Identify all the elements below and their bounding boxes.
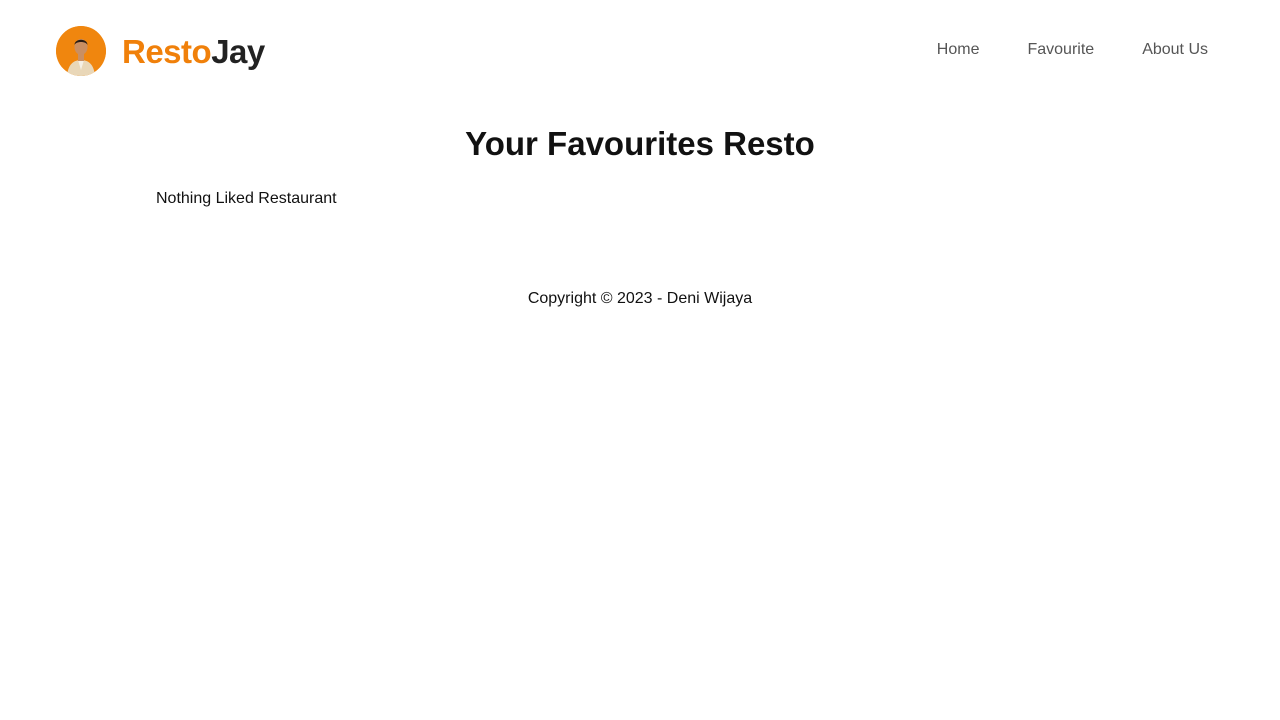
brand[interactable]: RestoJay — [56, 26, 265, 76]
person-avatar-icon — [56, 26, 106, 76]
nav-link-home[interactable]: Home — [913, 40, 1004, 60]
nav-link-favourite[interactable]: Favourite — [1003, 40, 1118, 60]
page-title: Your Favourites Resto — [465, 125, 815, 162]
site-logo: RestoJay — [122, 35, 265, 68]
copyright-text: Copyright © 2023 - Deni Wijaya — [527, 290, 753, 307]
nav-link-about-us[interactable]: About Us — [1118, 40, 1232, 60]
site-footer: Copyright © 2023 - Deni Wijaya — [0, 290, 1280, 308]
main-nav: Home Favourite About Us — [913, 40, 1232, 60]
main-content: Your Favourites Resto Nothing Liked Rest… — [0, 120, 1280, 207]
empty-state-message: Nothing Liked Restaurant — [156, 190, 337, 207]
site-header: RestoJay Home Favourite About Us — [0, 0, 1280, 100]
logo-part-jay: Jay — [211, 32, 265, 70]
logo-part-resto: Resto — [122, 32, 212, 70]
